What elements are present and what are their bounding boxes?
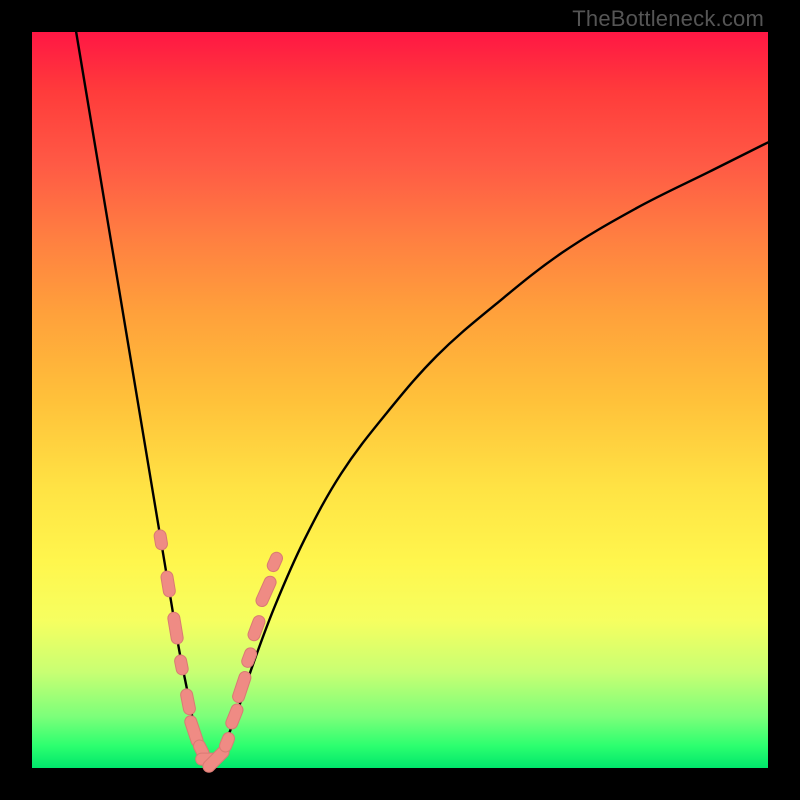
curve-marker: [240, 646, 258, 669]
chart-root: TheBottleneck.com: [0, 0, 800, 800]
curve-marker: [153, 529, 168, 551]
marker-cluster: [153, 529, 284, 775]
curve-marker: [224, 702, 245, 731]
curve-left-branch: [76, 32, 208, 761]
curve-marker: [254, 574, 278, 608]
curve-marker: [167, 611, 184, 645]
curve-marker: [160, 570, 176, 598]
curve-marker: [265, 550, 284, 573]
curve-right-branch: [209, 142, 768, 760]
curve-layer: [32, 32, 768, 768]
curve-marker: [231, 670, 253, 704]
v-curve: [76, 32, 768, 761]
plot-area: [32, 32, 768, 768]
watermark-text: TheBottleneck.com: [572, 6, 764, 32]
curve-marker: [180, 688, 197, 716]
curve-marker: [174, 654, 190, 676]
